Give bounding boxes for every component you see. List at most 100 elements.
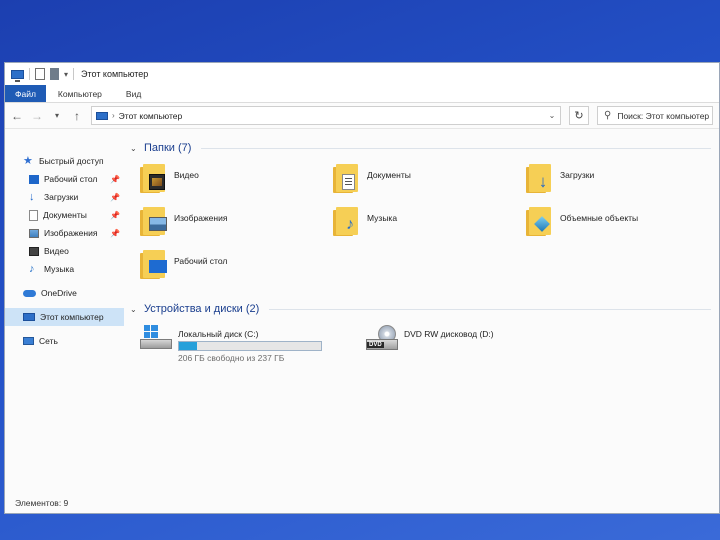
address-bar[interactable]: › Этот компьютер ⌄ xyxy=(91,106,561,125)
breadcrumb-chevron-icon[interactable]: › xyxy=(112,111,115,120)
section-divider xyxy=(269,308,711,310)
explorer-window: ▾ Этот компьютер Файл Компьютер Вид ← → … xyxy=(4,62,720,514)
documents-folder-icon xyxy=(333,164,361,194)
nav-label: Видео xyxy=(44,246,69,256)
status-bar: Элементов: 9 xyxy=(5,493,719,513)
folder-downloads[interactable]: ↓ Загрузки xyxy=(526,162,719,205)
section-title: Папки (7) xyxy=(144,142,192,154)
up-arrow-icon[interactable]: ↑ xyxy=(71,109,83,123)
nav-label: OneDrive xyxy=(41,288,77,298)
folder-label: Музыка xyxy=(367,213,398,223)
content-pane: ⌄ Папки (7) Видео Документы ↓ Загрузки И… xyxy=(124,130,719,493)
nav-item-music[interactable]: ♪ Музыка xyxy=(5,260,124,278)
folder-label: Рабочий стол xyxy=(174,256,228,266)
document-icon xyxy=(29,209,38,221)
dvd-badge: DVD xyxy=(367,342,384,348)
drive-d[interactable]: DVD DVD RW дисковод (D:) xyxy=(366,325,576,363)
drive-label: Локальный диск (C:) xyxy=(178,329,259,339)
folder-label: Изображения xyxy=(174,213,228,223)
search-input[interactable]: ⚲ Поиск: Этот компьютер xyxy=(597,106,713,125)
forward-arrow-icon[interactable]: → xyxy=(31,109,43,123)
properties-icon[interactable] xyxy=(35,68,45,80)
pictures-folder-icon xyxy=(140,207,168,237)
nav-label: Сеть xyxy=(39,336,58,346)
network-icon xyxy=(23,337,34,345)
back-arrow-icon[interactable]: ← xyxy=(11,109,23,123)
nav-this-pc[interactable]: Этот компьютер xyxy=(5,308,124,326)
folder-music[interactable]: ♪ Музыка xyxy=(333,205,526,248)
nav-label: Музыка xyxy=(44,264,75,274)
music-icon: ♪ xyxy=(29,262,35,275)
refresh-icon: ↻ xyxy=(574,110,584,122)
tab-view[interactable]: Вид xyxy=(114,85,153,102)
folder-documents[interactable]: Документы xyxy=(333,162,526,205)
section-title: Устройства и диски (2) xyxy=(144,303,260,315)
nav-label: Рабочий стол xyxy=(44,174,98,184)
video-folder-icon xyxy=(140,164,168,194)
nav-network[interactable]: Сеть xyxy=(5,332,124,350)
nav-item-downloads[interactable]: ↓ Загрузки 📌 xyxy=(5,188,124,206)
nav-item-documents[interactable]: Документы 📌 xyxy=(5,206,124,224)
search-icon: ⚲ xyxy=(604,110,612,121)
ribbon-tabs: Файл Компьютер Вид xyxy=(5,85,719,103)
customize-toolbar-chevron-icon[interactable]: ▾ xyxy=(64,70,68,79)
nav-label: Этот компьютер xyxy=(40,312,104,322)
hdd-icon xyxy=(140,325,172,353)
folder-videos[interactable]: Видео xyxy=(140,162,333,205)
title-bar: ▾ Этот компьютер xyxy=(5,63,719,85)
folder-desktop[interactable]: Рабочий стол xyxy=(140,248,333,291)
star-icon: ★ xyxy=(23,154,33,167)
nav-quick-access[interactable]: ★ Быстрый доступ xyxy=(5,152,124,170)
folder-label: Видео xyxy=(174,170,199,180)
item-count: Элементов: 9 xyxy=(15,498,69,508)
desktop-folder-icon xyxy=(140,250,168,280)
nav-item-desktop[interactable]: Рабочий стол 📌 xyxy=(5,170,124,188)
pin-icon: 📌 xyxy=(110,174,120,184)
download-icon: ↓ xyxy=(29,190,35,203)
drive-label: DVD RW дисковод (D:) xyxy=(404,329,494,339)
video-icon xyxy=(29,246,39,256)
drives-section-header[interactable]: ⌄ Устройства и диски (2) xyxy=(130,299,719,319)
section-divider xyxy=(201,147,711,149)
chevron-down-icon[interactable]: ⌄ xyxy=(130,144,140,153)
nav-label: Загрузки xyxy=(44,192,79,202)
nav-item-videos[interactable]: Видео xyxy=(5,242,124,260)
folder-pictures[interactable]: Изображения xyxy=(140,205,333,248)
dvd-drive-icon: DVD xyxy=(366,325,398,353)
nav-item-pictures[interactable]: Изображения 📌 xyxy=(5,224,124,242)
pin-icon: 📌 xyxy=(110,192,120,202)
navigation-pane: ★ Быстрый доступ Рабочий стол 📌 ↓ Загруз… xyxy=(5,130,124,493)
drive-c[interactable]: Локальный диск (C:) 206 ГБ свободно из 2… xyxy=(140,325,350,363)
toolbar-divider xyxy=(73,68,75,80)
address-dropdown-icon[interactable]: ⌄ xyxy=(544,111,560,120)
downloads-folder-icon: ↓ xyxy=(526,164,554,194)
recent-locations-chevron-icon[interactable]: ▾ xyxy=(51,111,63,120)
tab-computer[interactable]: Компьютер xyxy=(46,85,114,102)
search-placeholder: Поиск: Этот компьютер xyxy=(617,110,710,121)
window-title: Этот компьютер xyxy=(81,69,149,79)
new-folder-icon[interactable] xyxy=(50,68,59,80)
folder-label: Загрузки xyxy=(560,170,595,180)
tab-file[interactable]: Файл xyxy=(5,85,46,102)
music-folder-icon: ♪ xyxy=(333,207,361,237)
chevron-down-icon[interactable]: ⌄ xyxy=(130,305,140,314)
folder-label: Документы xyxy=(367,170,411,180)
toolbar-divider xyxy=(29,68,30,80)
folder-3d-objects[interactable]: Объемные объекты xyxy=(526,205,719,248)
folders-grid: Видео Документы ↓ Загрузки Изображения ♪… xyxy=(130,162,719,291)
nav-label: Быстрый доступ xyxy=(39,156,104,166)
drives-list: Локальный диск (C:) 206 ГБ свободно из 2… xyxy=(130,325,719,363)
windows-logo-icon xyxy=(144,325,158,338)
nav-onedrive[interactable]: OneDrive xyxy=(5,284,124,302)
refresh-button[interactable]: ↻ xyxy=(569,106,589,125)
pin-icon: 📌 xyxy=(110,210,120,220)
drive-free-space: 206 ГБ свободно из 237 ГБ xyxy=(178,353,285,363)
breadcrumb-this-pc[interactable]: Этот компьютер xyxy=(119,111,183,121)
cloud-icon xyxy=(23,289,36,297)
address-row: ← → ▾ ↑ › Этот компьютер ⌄ ↻ ⚲ Поиск: Эт… xyxy=(5,103,719,129)
main-area: ★ Быстрый доступ Рабочий стол 📌 ↓ Загруз… xyxy=(5,130,719,493)
folders-section-header[interactable]: ⌄ Папки (7) xyxy=(130,138,719,158)
nav-label: Изображения xyxy=(44,228,98,238)
pin-icon: 📌 xyxy=(110,228,120,238)
computer-icon xyxy=(11,69,24,82)
